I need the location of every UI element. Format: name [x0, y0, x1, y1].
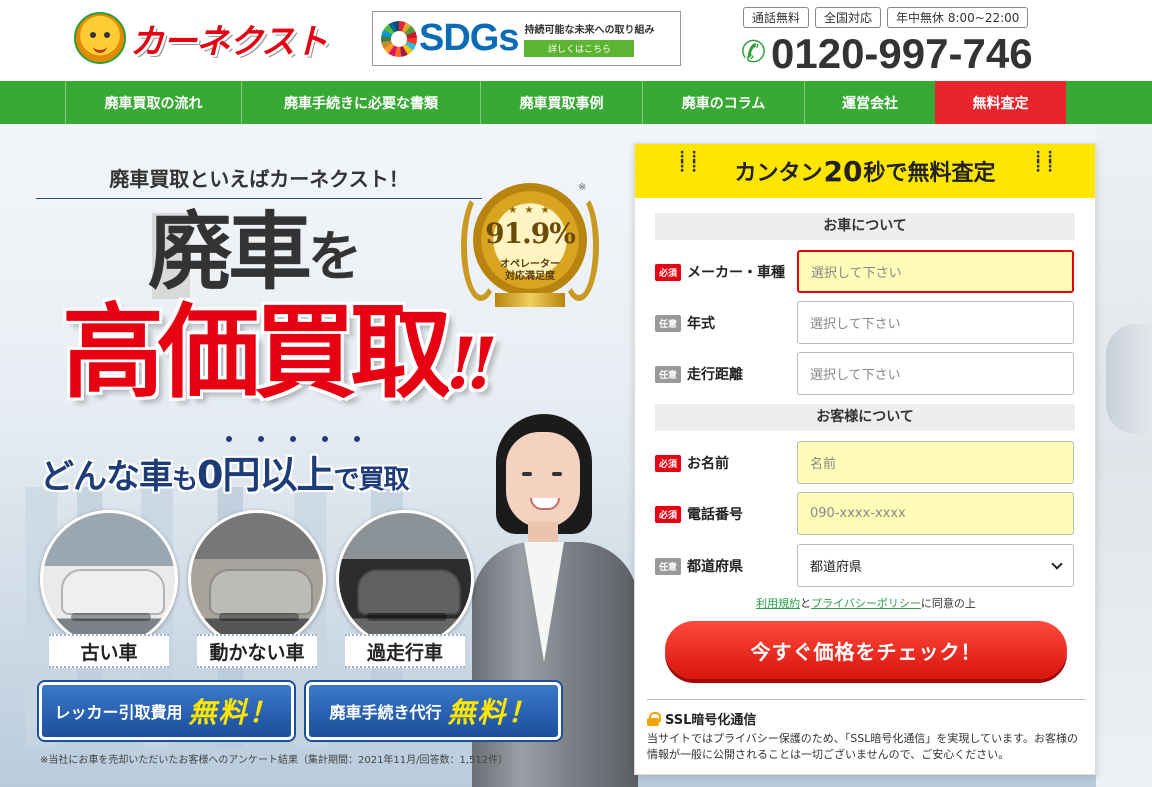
old-car-image [40, 510, 178, 648]
sdgs-wheel-icon [381, 20, 417, 57]
required-badge: 必須 [655, 505, 682, 523]
survey-footnote: ※当社にお車を売却いただいたお客様へのアンケート結果（集計期間：2021年11月… [40, 755, 509, 766]
mascot-icon [74, 12, 126, 64]
field-maker-model: 必須 メーカー・車種 選択して下さい [655, 250, 1075, 293]
sdgs-banner[interactable]: SDGs 持続可能な未来への取り組み 詳しくはこちら [372, 11, 681, 66]
emphasis-dots [226, 436, 360, 442]
headline-exclamation: !! [446, 322, 498, 405]
ssl-title: SSL暗号化通信 [647, 709, 756, 728]
medal-stars: ★ ★ ★ [508, 205, 552, 216]
nav-item-free-quote[interactable]: 無料査定 [935, 81, 1066, 124]
nav-item-column[interactable]: 廃車のコラム [642, 81, 804, 124]
sdgs-title: SDGs [419, 17, 519, 59]
tag-free-call: 通話無料 [743, 7, 810, 28]
check-price-button[interactable]: 今すぐ価格をチェック！ [665, 621, 1067, 679]
mileage-select[interactable]: 選択して下さい [797, 352, 1074, 395]
phone-number: 0120-997-746 [771, 30, 1033, 77]
free-service-badges: レッカー引取費用 無料！ 廃車手続き代行 無料！ [39, 682, 561, 740]
optional-badge: 任意 [655, 557, 682, 575]
maker-model-select[interactable]: 選択して下さい [797, 250, 1074, 293]
broken-car-image [188, 510, 326, 648]
agreement-text: 利用規約とプライバシーポリシーに同意の上 [756, 597, 976, 610]
hero-subcopy: どんな車も0円以上で買取 [40, 453, 409, 497]
divider [647, 699, 1085, 700]
phone-input[interactable]: 090-xxxx-xxxx [797, 492, 1074, 535]
headline-kouka-kaitori: 高価買取!! [62, 299, 498, 407]
field-phone: 必須 電話番号 090-xxxx-xxxx [655, 492, 1075, 535]
section-customer: お客様について [655, 404, 1075, 431]
medal-ribbon [495, 293, 565, 307]
logo-text: カーネクスト [130, 21, 328, 62]
field-name: 必須 お名前 名前 [655, 441, 1075, 484]
required-badge: 必須 [655, 263, 682, 281]
headline-particle: を [308, 224, 363, 288]
model-year-select[interactable]: 選択して下さい [797, 301, 1074, 344]
field-prefecture: 任意 都道府県 都道府県 [655, 544, 1075, 587]
badge-tow-free: レッカー引取費用 無料！ [39, 682, 294, 740]
terms-link[interactable]: 利用規約 [756, 597, 800, 610]
medal-percent: 91.9% [485, 217, 576, 250]
nav-item-documents[interactable]: 廃車手続きに必要な書類 [241, 81, 480, 124]
car-label: 古い車 [49, 634, 169, 668]
service-tags: 通話無料 全国対応 年中無休 8:00~22:00 [743, 7, 1029, 28]
name-input[interactable]: 名前 [797, 441, 1074, 484]
sdgs-subtitle: 持続可能な未来への取り組み [524, 24, 655, 36]
chevron-down-icon [1051, 557, 1063, 570]
satisfaction-medal: ★ ★ ★ 91.9% オペレーター 対応満足度 [461, 181, 599, 309]
site-logo[interactable]: カーネクスト [74, 12, 328, 64]
phone-link[interactable]: 0120-997-746 [741, 30, 1033, 78]
required-badge: 必須 [655, 454, 682, 472]
optional-badge: 任意 [655, 314, 682, 332]
sdgs-details-button[interactable]: 詳しくはこちら [524, 39, 635, 57]
car-types: 古い車 動かない車 過走行車 [40, 510, 474, 668]
field-model-year: 任意 年式 選択して下さい [655, 301, 1075, 344]
section-car: お車について [655, 213, 1075, 240]
quote-form: ⋮⋮ ⋮⋮ カンタン 20 秒で無料査定 ⋮⋮ ⋮⋮ お車について 必須 メーカー・車種 … [634, 143, 1096, 775]
sparkle-right-icon: ⋮⋮ ⋮⋮ [1031, 149, 1057, 175]
main-nav: 廃車買取の流れ 廃車手続きに必要な書類 廃車買取事例 廃車のコラム 運営会社 無… [0, 81, 1152, 124]
headline-kouka-text: 高価買取 [62, 293, 452, 413]
high-mileage-car-image [336, 510, 474, 648]
privacy-policy-link[interactable]: プライバシーポリシー [811, 597, 921, 610]
tag-open-hours: 年中無休 8:00~22:00 [887, 7, 1029, 28]
optional-badge: 任意 [655, 365, 682, 383]
car-type-broken: 動かない車 [188, 510, 326, 668]
hero-section: 廃車買取といえばカーネクスト！ ※ 廃車を 高価買取!! どんな車も0円以上で買… [0, 124, 1152, 787]
car-type-high-mileage: 過走行車 [336, 510, 474, 668]
headline-haisha: 廃車を [148, 210, 362, 294]
prefecture-select[interactable]: 都道府県 [797, 544, 1074, 587]
car-label: 過走行車 [345, 634, 465, 668]
site-header: カーネクスト SDGs 持続可能な未来への取り組み 詳しくはこちら 通話無料 全… [0, 0, 1152, 81]
badge-procedure-free: 廃車手続き代行 無料！ [306, 682, 561, 740]
nav-item-company[interactable]: 運営会社 [804, 81, 935, 124]
tag-nationwide: 全国対応 [815, 7, 882, 28]
background-car-image [1096, 124, 1152, 787]
lock-icon [647, 711, 661, 726]
car-label: 動かない車 [197, 634, 317, 668]
nav-item-flow[interactable]: 廃車買取の流れ [65, 81, 241, 124]
hero-catchphrase: 廃車買取といえばカーネクスト！ [36, 163, 482, 199]
form-heading: ⋮⋮ ⋮⋮ カンタン 20 秒で無料査定 ⋮⋮ ⋮⋮ [635, 144, 1095, 198]
ssl-description: 当サイトではプライバシー保護のため、「SSL暗号化通信」を実現しています。お客様… [647, 732, 1078, 761]
medal-label-satisfaction: 対応満足度 [505, 271, 555, 282]
car-type-old: 古い車 [40, 510, 178, 668]
nav-item-cases[interactable]: 廃車買取事例 [480, 81, 642, 124]
headline-haisha-text: 廃車 [148, 202, 312, 301]
field-mileage: 任意 走行距離 選択して下さい [655, 352, 1075, 395]
sparkle-left-icon: ⋮⋮ ⋮⋮ [675, 149, 701, 175]
phone-icon [741, 35, 771, 70]
